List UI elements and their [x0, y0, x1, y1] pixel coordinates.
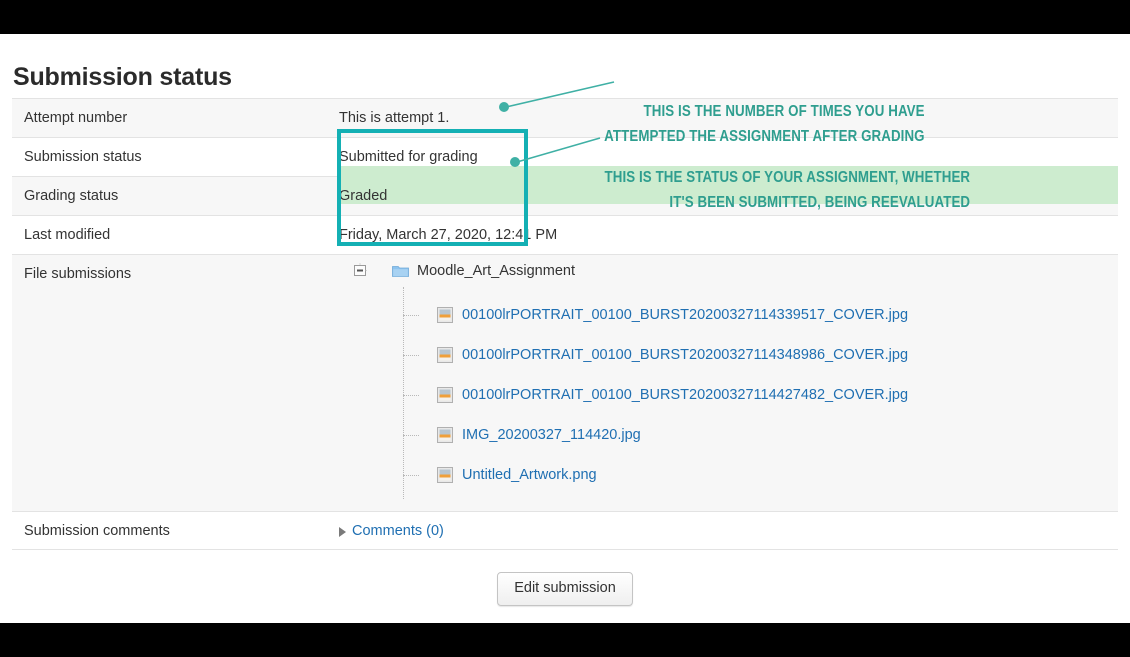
image-file-icon	[437, 467, 453, 483]
table-row-file-submissions: File submissions Moodle_Art_Assignment 0…	[12, 254, 1118, 511]
comments-toggle[interactable]: Comments (0)	[339, 512, 1118, 551]
tree-branch-line	[403, 435, 419, 436]
row-value: Comments (0)	[339, 512, 1118, 551]
action-bar: Edit submission	[0, 572, 1130, 606]
file-link[interactable]: 00100lrPORTRAIT_00100_BURST2020032711442…	[462, 385, 908, 405]
annotation-line: THIS IS THE STATUS OF YOUR ASSIGNMENT, W…	[604, 169, 970, 186]
list-item[interactable]: 00100lrPORTRAIT_00100_BURST2020032711442…	[403, 375, 1118, 415]
tree-branch-line	[403, 475, 419, 476]
annotation-line: ATTEMPTED THE ASSIGNMENT AFTER GRADING	[604, 128, 925, 145]
comments-link[interactable]: Comments (0)	[352, 512, 444, 551]
row-label: File submissions	[24, 266, 132, 282]
row-label: Submission status	[24, 149, 142, 165]
image-file-icon	[437, 427, 453, 443]
list-item[interactable]: IMG_20200327_114420.jpg	[403, 415, 1118, 455]
submission-status-value: Submitted for grading	[339, 149, 478, 165]
moodle-submission-page: Submission status Attempt number This is…	[0, 34, 1130, 623]
screenshot-canvas: Submission status Attempt number This is…	[0, 0, 1130, 657]
list-item[interactable]: 00100lrPORTRAIT_00100_BURST2020032711433…	[403, 295, 1118, 335]
table-row-submission-comments: Submission comments Comments (0)	[12, 511, 1118, 550]
file-tree: Moodle_Art_Assignment 00100lrPORTRAIT_00…	[339, 255, 1118, 499]
file-link[interactable]: IMG_20200327_114420.jpg	[462, 425, 641, 445]
tree-branch-line	[403, 315, 419, 316]
table-row-attempt-number: Attempt number This is attempt 1.	[12, 98, 1118, 137]
attempt-number-value: This is attempt 1.	[339, 110, 450, 126]
file-link[interactable]: 00100lrPORTRAIT_00100_BURST2020032711434…	[462, 345, 908, 365]
row-value: Moodle_Art_Assignment 00100lrPORTRAIT_00…	[339, 255, 1118, 499]
row-label: Submission comments	[24, 523, 170, 539]
annotation-text-submission-status: THIS IS THE STATUS OF YOUR ASSIGNMENT, W…	[604, 165, 970, 215]
image-file-icon	[437, 307, 453, 323]
row-value: Friday, March 27, 2020, 12:41 PM	[339, 216, 1118, 255]
edit-submission-button[interactable]: Edit submission	[497, 572, 633, 606]
folder-row[interactable]: Moodle_Art_Assignment	[392, 261, 575, 281]
file-link[interactable]: 00100lrPORTRAIT_00100_BURST2020032711433…	[462, 305, 908, 325]
file-tree-root: Moodle_Art_Assignment	[339, 259, 1118, 295]
file-list: 00100lrPORTRAIT_00100_BURST2020032711433…	[403, 287, 1118, 499]
table-row-last-modified: Last modified Friday, March 27, 2020, 12…	[12, 215, 1118, 254]
row-label: Last modified	[24, 227, 111, 243]
grading-status-value: Graded	[339, 188, 388, 204]
row-label: Grading status	[24, 188, 119, 204]
last-modified-value: Friday, March 27, 2020, 12:41 PM	[339, 227, 558, 243]
file-link[interactable]: Untitled_Artwork.png	[462, 465, 597, 485]
minus-box-icon[interactable]	[353, 263, 368, 278]
letterbox-bar-top	[0, 0, 1130, 34]
tree-branch-line	[403, 395, 419, 396]
annotation-line: IT'S BEEN SUBMITTED, BEING REEVALUATED	[669, 194, 970, 211]
tree-branch-line	[403, 355, 419, 356]
list-item[interactable]: 00100lrPORTRAIT_00100_BURST2020032711434…	[403, 335, 1118, 375]
folder-icon	[392, 264, 409, 278]
row-label: Attempt number	[24, 110, 128, 126]
page-title: Submission status	[13, 62, 232, 91]
annotation-text-attempt-number: THIS IS THE NUMBER OF TIMES YOU HAVE ATT…	[605, 99, 925, 149]
triangle-right-icon[interactable]	[339, 526, 346, 537]
image-file-icon	[437, 347, 453, 363]
folder-name: Moodle_Art_Assignment	[417, 263, 575, 279]
list-item[interactable]: Untitled_Artwork.png	[403, 455, 1118, 495]
annotation-line: THIS IS THE NUMBER OF TIMES YOU HAVE	[643, 103, 925, 120]
image-file-icon	[437, 387, 453, 403]
letterbox-bar-bottom	[0, 623, 1130, 657]
